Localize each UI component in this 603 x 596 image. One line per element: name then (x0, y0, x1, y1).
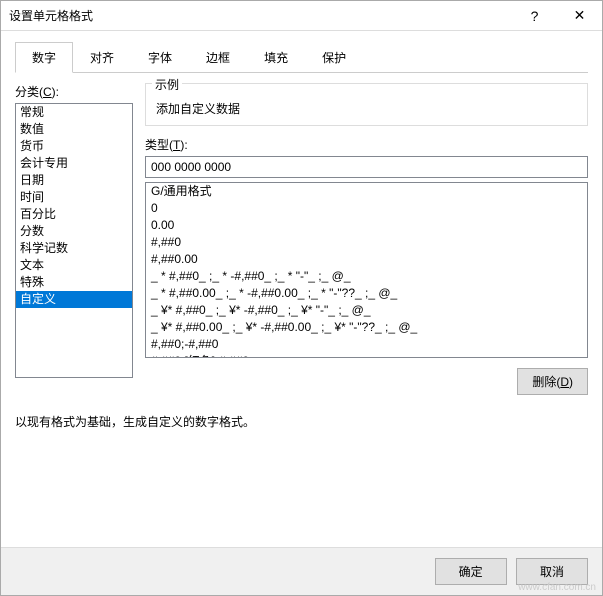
tab-边框[interactable]: 边框 (189, 42, 247, 73)
category-item[interactable]: 自定义 (16, 291, 132, 308)
category-item[interactable]: 百分比 (16, 206, 132, 223)
tab-字体[interactable]: 字体 (131, 42, 189, 73)
format-item[interactable]: _ ¥* #,##0_ ;_ ¥* -#,##0_ ;_ ¥* "-"_ ;_ … (146, 302, 587, 319)
category-item[interactable]: 科学记数 (16, 240, 132, 257)
tab-填充[interactable]: 填充 (247, 42, 305, 73)
window-title: 设置单元格格式 (9, 7, 93, 24)
titlebar: 设置单元格格式 ? ✕ (1, 1, 602, 31)
tab-数字[interactable]: 数字 (15, 42, 73, 73)
tab-bar: 数字对齐字体边框填充保护 (15, 41, 588, 73)
tab-panel-number: 分类(C): 常规数值货币会计专用日期时间百分比分数科学记数文本特殊自定义 示例… (15, 83, 588, 395)
format-item[interactable]: _ * #,##0.00_ ;_ * -#,##0.00_ ;_ * "-"??… (146, 285, 587, 302)
format-item[interactable]: 0.00 (146, 217, 587, 234)
titlebar-buttons: ? ✕ (512, 1, 602, 30)
type-input[interactable] (145, 156, 588, 178)
format-list[interactable]: G/通用格式00.00#,##0#,##0.00_ * #,##0_ ;_ * … (145, 182, 588, 358)
dialog-footer: 确定 取消 (1, 547, 602, 595)
category-item[interactable]: 时间 (16, 189, 132, 206)
close-button[interactable]: ✕ (557, 1, 602, 30)
hint-text: 以现有格式为基础，生成自定义的数字格式。 (15, 413, 588, 430)
category-item[interactable]: 常规 (16, 104, 132, 121)
format-item[interactable]: G/通用格式 (146, 183, 587, 200)
help-button[interactable]: ? (512, 1, 557, 30)
tab-保护[interactable]: 保护 (305, 42, 363, 73)
sample-value: 添加自定义数据 (156, 100, 577, 117)
tab-对齐[interactable]: 对齐 (73, 42, 131, 73)
category-item[interactable]: 文本 (16, 257, 132, 274)
format-item[interactable]: #,##0;[红色]-#,##0 (146, 353, 587, 358)
format-column: 示例 添加自定义数据 类型(T): G/通用格式00.00#,##0#,##0.… (145, 83, 588, 395)
delete-row: 删除(D) (145, 368, 588, 395)
format-item[interactable]: #,##0 (146, 234, 587, 251)
format-item[interactable]: #,##0.00 (146, 251, 587, 268)
category-item[interactable]: 货币 (16, 138, 132, 155)
category-column: 分类(C): 常规数值货币会计专用日期时间百分比分数科学记数文本特殊自定义 (15, 83, 133, 395)
sample-group: 示例 添加自定义数据 (145, 83, 588, 126)
ok-button[interactable]: 确定 (435, 558, 507, 585)
type-label: 类型(T): (145, 136, 588, 153)
format-item[interactable]: 0 (146, 200, 587, 217)
category-item[interactable]: 特殊 (16, 274, 132, 291)
category-item[interactable]: 数值 (16, 121, 132, 138)
content-area: 数字对齐字体边框填充保护 分类(C): 常规数值货币会计专用日期时间百分比分数科… (1, 31, 602, 430)
format-item[interactable]: #,##0;-#,##0 (146, 336, 587, 353)
cancel-button[interactable]: 取消 (516, 558, 588, 585)
category-item[interactable]: 会计专用 (16, 155, 132, 172)
sample-label: 示例 (152, 76, 182, 93)
category-list[interactable]: 常规数值货币会计专用日期时间百分比分数科学记数文本特殊自定义 (15, 103, 133, 378)
format-item[interactable]: _ * #,##0_ ;_ * -#,##0_ ;_ * "-"_ ;_ @_ (146, 268, 587, 285)
dialog-window: 设置单元格格式 ? ✕ 数字对齐字体边框填充保护 分类(C): 常规数值货币会计… (0, 0, 603, 596)
delete-button[interactable]: 删除(D) (517, 368, 588, 395)
category-item[interactable]: 分数 (16, 223, 132, 240)
category-label: 分类(C): (15, 83, 133, 100)
format-item[interactable]: _ ¥* #,##0.00_ ;_ ¥* -#,##0.00_ ;_ ¥* "-… (146, 319, 587, 336)
category-item[interactable]: 日期 (16, 172, 132, 189)
